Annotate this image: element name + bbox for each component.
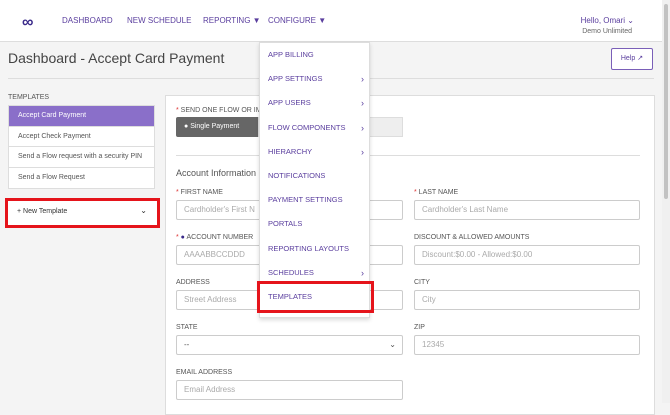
state-label: STATE — [176, 324, 198, 331]
menu-item-notifications[interactable]: NOTIFICATIONS — [260, 164, 369, 188]
template-item[interactable]: Accept Check Payment — [9, 127, 154, 147]
email-input[interactable]: Email Address — [176, 380, 403, 400]
chevron-right-icon: › — [361, 122, 364, 133]
configure-menu: APP BILLING APP SETTINGS › APP USERS › FLOW C… — [259, 42, 370, 318]
nav-configure[interactable]: CONFIGURE ▼ — [268, 16, 326, 25]
nav-new-schedule[interactable]: NEW SCHEDULE — [127, 16, 191, 25]
menu-item-label: FLOW COMPONENTS — [268, 122, 346, 132]
last-name-input[interactable]: Cardholder's Last Name — [414, 200, 640, 220]
discount-label: DISCOUNT & ALLOWED AMOUNTS — [414, 234, 530, 241]
menu-item-app-users[interactable]: APP USERS › — [260, 91, 369, 115]
org-name: Demo Unlimited — [582, 28, 632, 35]
radio-icon: ● — [184, 123, 189, 130]
menu-item-label: APP USERS — [268, 98, 311, 108]
first-name-label: * FIRST NAME — [176, 189, 223, 196]
single-payment-label: Single Payment — [190, 123, 240, 130]
email-label: EMAIL ADDRESS — [176, 369, 233, 376]
chevron-right-icon: › — [361, 74, 364, 85]
address-label: ADDRESS — [176, 279, 210, 286]
menu-item-portals[interactable]: PORTALS — [260, 212, 369, 236]
menu-item-label: HIERARCHY — [268, 146, 313, 156]
new-template-label: + New Template — [17, 208, 68, 215]
menu-item-label: PAYMENT SETTINGS — [268, 195, 343, 205]
help-label: Help — [620, 55, 636, 62]
highlight-box — [257, 281, 374, 313]
zip-input[interactable]: 12345 — [414, 335, 640, 355]
menu-item-label: APP BILLING — [268, 50, 314, 59]
user-menu[interactable]: Hello, Omari ⌄ — [581, 16, 634, 25]
menu-item-flow-components[interactable]: FLOW COMPONENTS › — [260, 116, 369, 140]
nav-reporting-label: REPORTING — [203, 16, 251, 25]
nav-dashboard[interactable]: DASHBOARD — [62, 16, 113, 25]
state-select[interactable]: -- ⌄ — [176, 335, 403, 355]
chevron-down-icon: ⌄ — [389, 340, 396, 349]
info-icon: ● — [180, 234, 185, 241]
menu-item-app-settings[interactable]: APP SETTINGS › — [260, 67, 369, 91]
discount-input[interactable]: Discount:$0.00 - Allowed:$0.00 — [414, 245, 640, 265]
templates-label: TEMPLATES — [8, 94, 50, 101]
menu-item-hierarchy[interactable]: HIERARCHY › — [260, 140, 369, 164]
template-item[interactable]: Send a Flow request with a security PIN — [9, 147, 154, 168]
last-name-label: * LAST NAME — [414, 189, 459, 196]
single-payment-option[interactable]: ● Single Payment — [176, 117, 260, 137]
caret-down-icon: ▼ — [318, 16, 327, 25]
chevron-down-icon: ⌄ — [627, 16, 634, 25]
scrollbar-thumb[interactable] — [664, 4, 668, 199]
section-title: Account Information — [176, 168, 257, 178]
menu-item-label: PORTALS — [268, 219, 303, 229]
template-item[interactable]: Send a Flow Request — [9, 168, 154, 189]
infinity-logo-icon[interactable]: ∞ — [22, 14, 34, 32]
top-nav: ∞ DASHBOARD NEW SCHEDULE REPORTING ▼ CON… — [0, 0, 662, 42]
send-label: * SEND ONE FLOW OR IMPO — [176, 107, 272, 114]
help-button[interactable]: Help ↗ — [611, 48, 653, 70]
chevron-down-icon: ⌄ — [140, 206, 147, 215]
city-input[interactable]: City — [414, 290, 640, 310]
caret-down-icon: ▼ — [252, 16, 261, 25]
menu-item-label: SCHEDULES — [268, 267, 314, 277]
greeting: Hello, Omari — [580, 16, 626, 25]
menu-item-reporting-layouts[interactable]: REPORTING LAYOUTS — [260, 237, 369, 261]
state-value: -- — [184, 340, 190, 349]
divider — [176, 155, 640, 156]
nav-configure-label: CONFIGURE — [268, 16, 316, 25]
chevron-right-icon: › — [361, 146, 364, 157]
templates-list: Accept Card Payment Accept Check Payment… — [8, 105, 155, 189]
chevron-right-icon: › — [361, 98, 364, 109]
new-template-dropdown[interactable]: + New Template ⌄ — [5, 198, 160, 228]
menu-item-label: REPORTING LAYOUTS — [268, 243, 349, 253]
menu-item-label: NOTIFICATIONS — [268, 170, 326, 180]
external-link-icon: ↗ — [637, 55, 644, 62]
nav-reporting[interactable]: REPORTING ▼ — [203, 16, 261, 25]
page-title: Dashboard - Accept Card Payment — [8, 50, 225, 66]
zip-label: ZIP — [414, 324, 425, 331]
menu-item-payment-settings[interactable]: PAYMENT SETTINGS — [260, 188, 369, 212]
template-item[interactable]: Accept Card Payment — [9, 106, 154, 127]
menu-item-label: APP SETTINGS — [268, 74, 323, 84]
menu-item-app-billing[interactable]: APP BILLING — [260, 43, 369, 67]
account-number-label: * ● ACCOUNT NUMBER — [176, 234, 254, 241]
city-label: CITY — [414, 279, 430, 286]
